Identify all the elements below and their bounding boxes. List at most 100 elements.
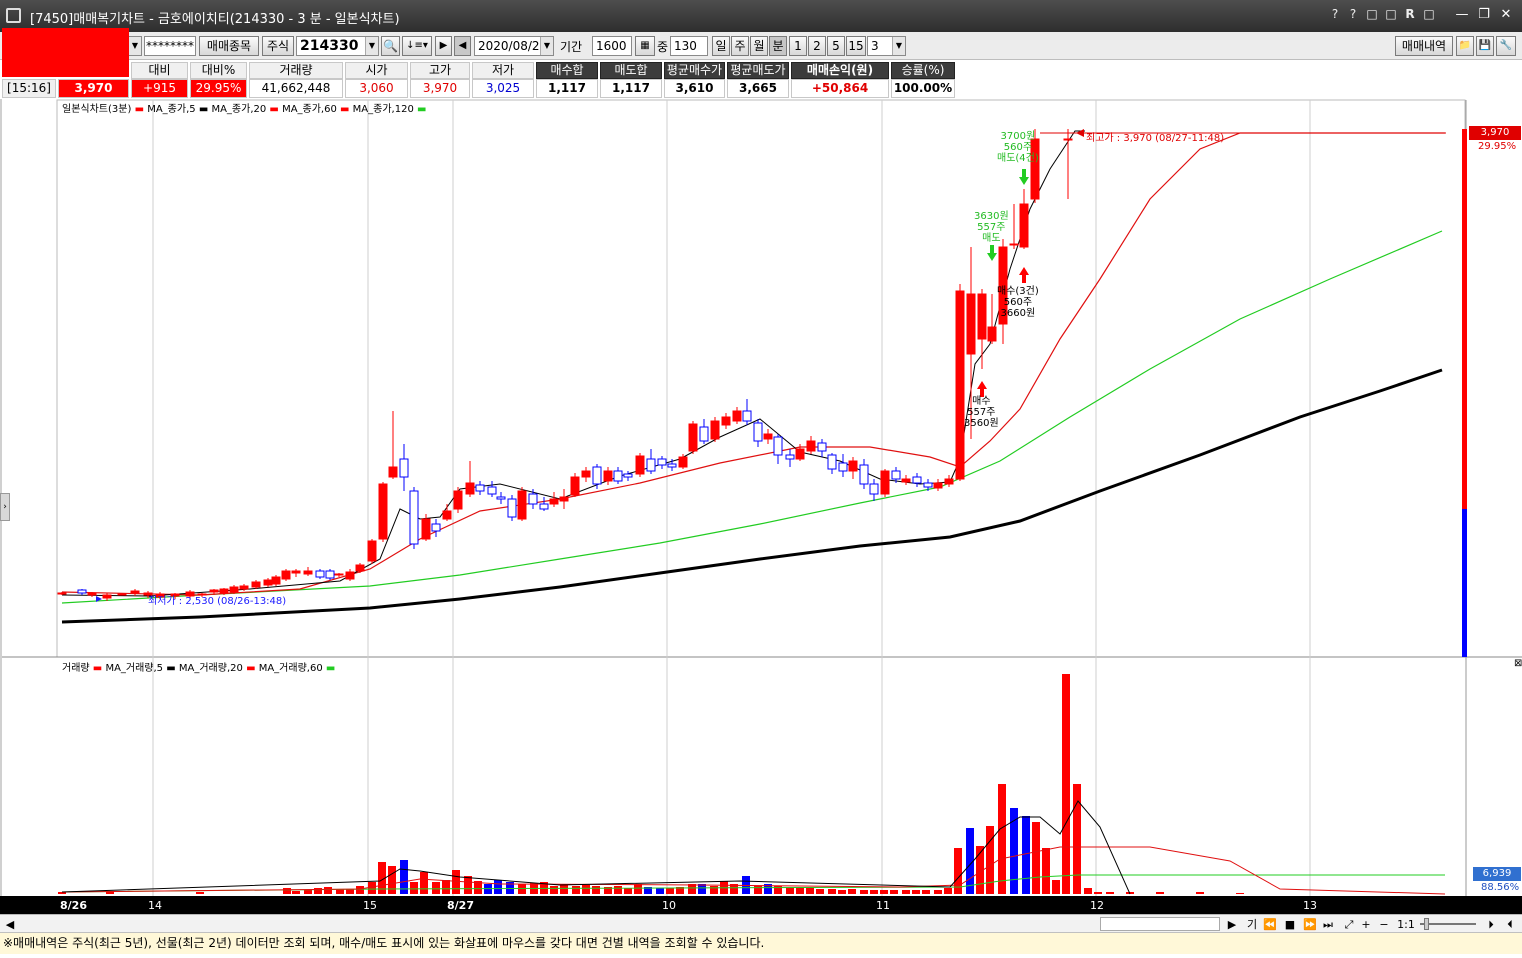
volume-bar-down [656, 888, 664, 894]
volume-bar-up [828, 889, 836, 894]
next-arrow-icon[interactable]: ▶ [435, 36, 452, 56]
trade-item-button[interactable]: 매매종목 [199, 36, 259, 56]
save-icon[interactable]: 💾 [1476, 36, 1494, 56]
pin-icon[interactable]: □ [1420, 7, 1438, 21]
restore-button[interactable]: ❐ [1474, 6, 1494, 24]
prev-arrow-icon[interactable]: ◀ [454, 36, 471, 56]
tab-month[interactable]: 월 [750, 36, 768, 56]
x-label-13: 13 [1303, 899, 1317, 912]
zoom-out-icon[interactable]: − [1378, 917, 1390, 932]
candle-up [517, 490, 527, 520]
change-value: +915 [131, 79, 188, 98]
volume-bar-down [1022, 816, 1030, 894]
chart-zoom-icon[interactable]: ⤢ [1340, 917, 1358, 932]
chevron-down-icon: ▼ [540, 37, 553, 55]
sell-marker-1[interactable]: 3630원 557주 매도 [974, 211, 1009, 244]
legend-ma5: MA_종가,5 [147, 104, 196, 115]
gi-button[interactable]: 기 [1245, 917, 1259, 932]
asset-type-button[interactable]: 주식 [262, 36, 294, 56]
stock-code-input[interactable]: 214330 ▼ [296, 36, 379, 56]
fast-back-icon[interactable]: ⏪ [1262, 917, 1278, 932]
period-label: 기간 [560, 40, 583, 54]
fast-forward-icon[interactable]: ⏩ [1302, 917, 1318, 932]
zoom-slider-handle[interactable] [1424, 918, 1429, 930]
minute-select[interactable]: 3 ▼ [867, 36, 906, 56]
scroll-thumb[interactable] [1100, 917, 1220, 931]
sell-marker-2[interactable]: 3700원 560주 매도(4건) [997, 131, 1039, 164]
profit-value: +50,864 [791, 79, 889, 98]
buy2-line2: 560주 [1003, 297, 1033, 308]
volume-bar-up [624, 888, 632, 894]
chart-canvas[interactable] [0, 99, 1522, 914]
tab-day[interactable]: 일 [712, 36, 730, 56]
max-price-label: 최고가 : 3,970 (08/27-11:48) [1086, 133, 1225, 144]
close-pane-icon[interactable]: ⊠ [1514, 658, 1522, 669]
price-pane-frame [56, 99, 1466, 658]
search-icon[interactable]: 🔍 [381, 36, 400, 56]
candle-up [603, 470, 613, 482]
password-field[interactable]: ******** [144, 36, 196, 56]
info-icon[interactable]: ? [1344, 7, 1362, 21]
buy2-line3: 3660원 [1000, 308, 1036, 319]
chart-scrollbar[interactable]: ◀ ▶ 기 ⏪ ■ ⏩ ⏭ ⤢ + − 1:1 ⏵ ⏴ [0, 914, 1522, 933]
minute-5[interactable]: 5 [827, 36, 845, 56]
buy-marker-2[interactable]: 매수(3건) 560주 3660원 [997, 286, 1039, 319]
account-redacted [2, 28, 129, 77]
chart-settings-icon[interactable]: ▦ [635, 36, 655, 56]
scroll-left-icon[interactable]: ◀ [3, 917, 17, 932]
volume-legend-title: 거래량 [62, 663, 90, 674]
stop-icon[interactable]: ■ [1283, 917, 1297, 932]
candle-up [281, 570, 291, 580]
x-label-14: 14 [148, 899, 162, 912]
candle-up [955, 290, 965, 480]
candle-up [57, 592, 67, 595]
side-panel-toggle[interactable]: › [0, 493, 10, 521]
scroll-start-icon[interactable]: ⏴ [1503, 917, 1517, 932]
quote-time: [15:16] [2, 79, 56, 98]
ma60-line [61, 230, 1443, 604]
trade-history-button[interactable]: 매매내역 [1395, 36, 1453, 56]
minute-2[interactable]: 2 [808, 36, 826, 56]
tab-week[interactable]: 주 [731, 36, 749, 56]
account-dropdown[interactable]: ▼ [128, 36, 142, 56]
wrench-icon[interactable]: 🔧 [1496, 36, 1516, 56]
help-icon[interactable]: ? [1326, 7, 1344, 21]
layout-icon[interactable]: □ [1363, 7, 1381, 21]
period-input[interactable]: 1600 [592, 36, 632, 56]
volume-bar-up [356, 886, 364, 894]
zoom-in-icon[interactable]: + [1360, 917, 1372, 932]
volume-bar-up [1196, 892, 1204, 894]
price-legend-title: 일본식차트(3분) [62, 104, 132, 115]
minimize-button[interactable]: — [1452, 6, 1472, 24]
scroll-right-icon[interactable]: ▶ [1226, 917, 1238, 932]
minute-1[interactable]: 1 [789, 36, 807, 56]
close-button[interactable]: ✕ [1496, 6, 1516, 24]
volume-bar-up [912, 890, 920, 894]
candle-down [507, 498, 517, 518]
buy-marker-1[interactable]: 매수 557주 3560원 [964, 396, 999, 429]
candle-down [699, 426, 709, 442]
candle-up [271, 576, 281, 585]
volume-bar-up [1094, 892, 1102, 894]
volume-bar-up [304, 890, 312, 894]
volume-bar-up [710, 886, 718, 894]
mid-input[interactable]: 130 [670, 36, 708, 56]
date-input[interactable]: 2020/08/27 ▼ [474, 36, 554, 56]
candle-up [239, 585, 249, 590]
scroll-end-icon[interactable]: ⏵ [1484, 917, 1498, 932]
tab-minute[interactable]: 분 [769, 36, 787, 56]
sort-dropdown[interactable]: ↓≡▾ [402, 36, 432, 56]
minute-15[interactable]: 15 [846, 36, 866, 56]
header-win-rate: 승률(%) [891, 62, 955, 79]
volume-bar-up [1084, 888, 1092, 894]
candle-up [806, 440, 816, 452]
buy1-line3: 3560원 [964, 418, 999, 429]
r-icon[interactable]: R [1401, 7, 1419, 21]
step-forward-icon[interactable]: ⏭ [1320, 917, 1336, 932]
ma120-swatch: ▬ [340, 104, 350, 115]
quote-price: 3,970 [58, 79, 129, 98]
candle-up [263, 579, 273, 586]
folder-icon[interactable]: 📁 [1456, 36, 1474, 56]
screen-icon[interactable]: □ [1382, 7, 1400, 21]
chart-area[interactable] [0, 99, 1522, 914]
